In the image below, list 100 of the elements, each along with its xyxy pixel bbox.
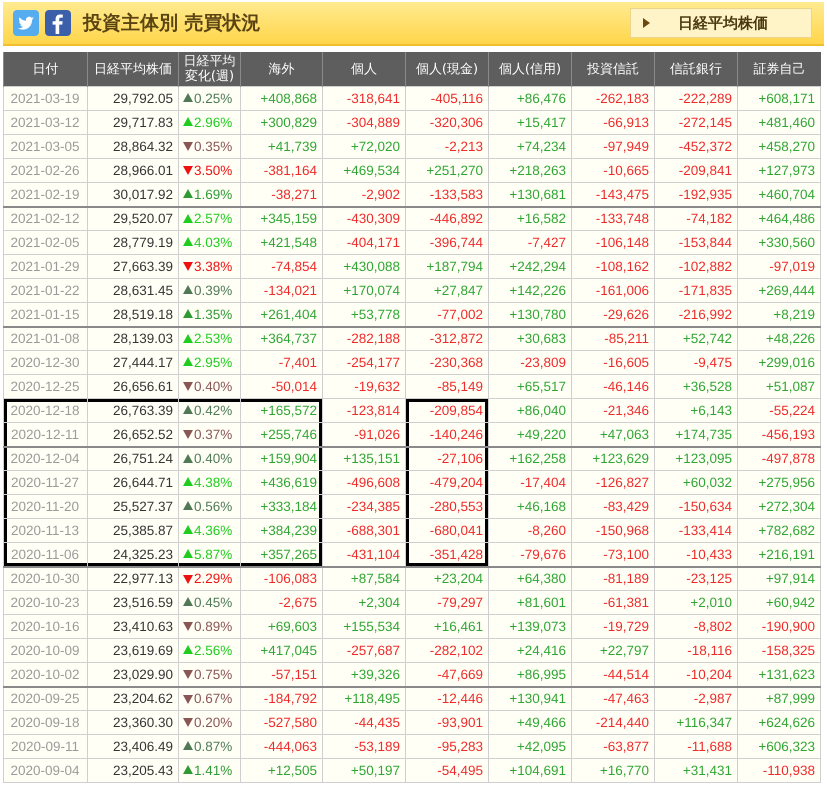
table-cell: +65,517 — [488, 374, 572, 398]
table-cell: +53,778 — [322, 302, 406, 326]
table-cell: -133,748 — [572, 206, 654, 230]
column-header: 投資信託 — [572, 52, 654, 86]
table-cell: +357,265 — [240, 542, 322, 566]
table-cell: -222,289 — [654, 86, 738, 110]
table-cell: -150,968 — [572, 518, 654, 542]
change-percent: 1.35% — [194, 306, 232, 322]
table-cell: +624,626 — [738, 710, 820, 734]
table-cell: +51,087 — [738, 374, 820, 398]
date-cell: 2020-11-06 — [4, 542, 88, 566]
table-cell: -304,889 — [322, 110, 406, 134]
table-cell: -95,283 — [406, 734, 488, 758]
table-cell: -19,729 — [572, 614, 654, 638]
table-cell: +127,973 — [738, 158, 820, 182]
table-cell: +187,794 — [406, 254, 488, 278]
table-cell: +384,239 — [240, 518, 322, 542]
table-cell: -85,211 — [572, 326, 654, 350]
table-cell: -79,676 — [488, 542, 572, 566]
price-cell: 28,966.01 — [88, 158, 178, 182]
table-cell: +72,020 — [322, 134, 406, 158]
table-cell: -81,189 — [572, 566, 654, 590]
change-percent: 2.53% — [194, 331, 232, 346]
table-cell: -133,583 — [406, 182, 488, 206]
date-cell: 2020-10-02 — [4, 662, 88, 686]
table-cell: -171,835 — [654, 278, 738, 302]
table-cell: -102,882 — [654, 254, 738, 278]
change-percent: 2.56% — [194, 642, 232, 658]
price-cell: 28,631.45 — [88, 278, 178, 302]
column-header: 日付 — [4, 52, 88, 86]
table-cell: +272,304 — [738, 494, 820, 518]
table-cell: -8,802 — [654, 614, 738, 638]
table-cell: -192,935 — [654, 182, 738, 206]
table-cell: +16,582 — [488, 206, 572, 230]
price-cell: 23,410.63 — [88, 614, 178, 638]
table-cell: -123,814 — [322, 398, 406, 422]
table-cell: +242,294 — [488, 254, 572, 278]
table-cell: -23,809 — [488, 350, 572, 374]
table-cell: -8,260 — [488, 518, 572, 542]
column-header: 証券自己 — [738, 52, 820, 86]
table-cell: +2,010 — [654, 590, 738, 614]
table-cell: -18,116 — [654, 638, 738, 662]
table-cell: +86,040 — [488, 398, 572, 422]
table-cell: +216,191 — [738, 542, 820, 566]
column-header: 日経平均変化(週) — [178, 52, 240, 86]
change-percent: 0.89% — [194, 618, 232, 634]
facebook-icon[interactable] — [45, 10, 71, 36]
table-cell: +269,444 — [738, 278, 820, 302]
table-cell: +130,681 — [488, 182, 572, 206]
date-cell: 2021-03-19 — [4, 86, 88, 110]
table-cell: -44,514 — [572, 662, 654, 686]
table-cell: +16,461 — [406, 614, 488, 638]
table-cell: +436,619 — [240, 470, 322, 494]
table-cell: +131,623 — [738, 662, 820, 686]
table-cell: -404,171 — [322, 230, 406, 254]
table-cell: -57,151 — [240, 662, 322, 686]
change-percent: 2.96% — [194, 114, 232, 130]
table-cell: -50,014 — [240, 374, 322, 398]
table-cell: +116,347 — [654, 710, 738, 734]
table-cell: +142,226 — [488, 278, 572, 302]
date-cell: 2021-01-15 — [4, 302, 88, 326]
change-percent: 0.56% — [194, 498, 232, 514]
date-cell: 2020-09-18 — [4, 710, 88, 734]
table-cell: -456,193 — [738, 422, 820, 446]
change-percent: 0.40% — [194, 451, 232, 466]
table-cell: +50,197 — [322, 758, 406, 782]
table-cell: -97,019 — [738, 254, 820, 278]
change-percent: 0.40% — [194, 378, 232, 394]
table-cell: +30,683 — [488, 326, 572, 350]
table-cell: +60,032 — [654, 470, 738, 494]
table-cell: -47,463 — [572, 686, 654, 710]
date-cell: 2021-02-19 — [4, 182, 88, 206]
table-cell: -140,246 — [406, 422, 488, 446]
table-cell: +104,691 — [488, 758, 572, 782]
table-cell: +42,095 — [488, 734, 572, 758]
table-cell: +421,548 — [240, 230, 322, 254]
table-cell: +139,073 — [488, 614, 572, 638]
table-cell: +52,742 — [654, 326, 738, 350]
table-cell: +460,704 — [738, 182, 820, 206]
index-button[interactable]: 日経平均株価 — [630, 8, 812, 38]
table-cell: -44,435 — [322, 710, 406, 734]
table-cell: -27,106 — [406, 446, 488, 470]
table-cell: -320,306 — [406, 110, 488, 134]
table-cell: -527,580 — [240, 710, 322, 734]
price-cell: 23,516.59 — [88, 590, 178, 614]
table-cell: -133,414 — [654, 518, 738, 542]
table-cell: +2,304 — [322, 590, 406, 614]
price-cell: 23,406.49 — [88, 734, 178, 758]
table-cell: -29,626 — [572, 302, 654, 326]
table-cell: -381,164 — [240, 158, 322, 182]
table-cell: +330,560 — [738, 230, 820, 254]
change-percent: 0.35% — [194, 138, 232, 154]
price-cell: 28,864.32 — [88, 134, 178, 158]
table-cell: +481,460 — [738, 110, 820, 134]
table-cell: -282,102 — [406, 638, 488, 662]
table-cell: -16,605 — [572, 350, 654, 374]
table-cell: -688,301 — [322, 518, 406, 542]
table-cell: +464,486 — [738, 206, 820, 230]
price-cell: 23,619.69 — [88, 638, 178, 662]
table-cell: +22,797 — [572, 638, 654, 662]
